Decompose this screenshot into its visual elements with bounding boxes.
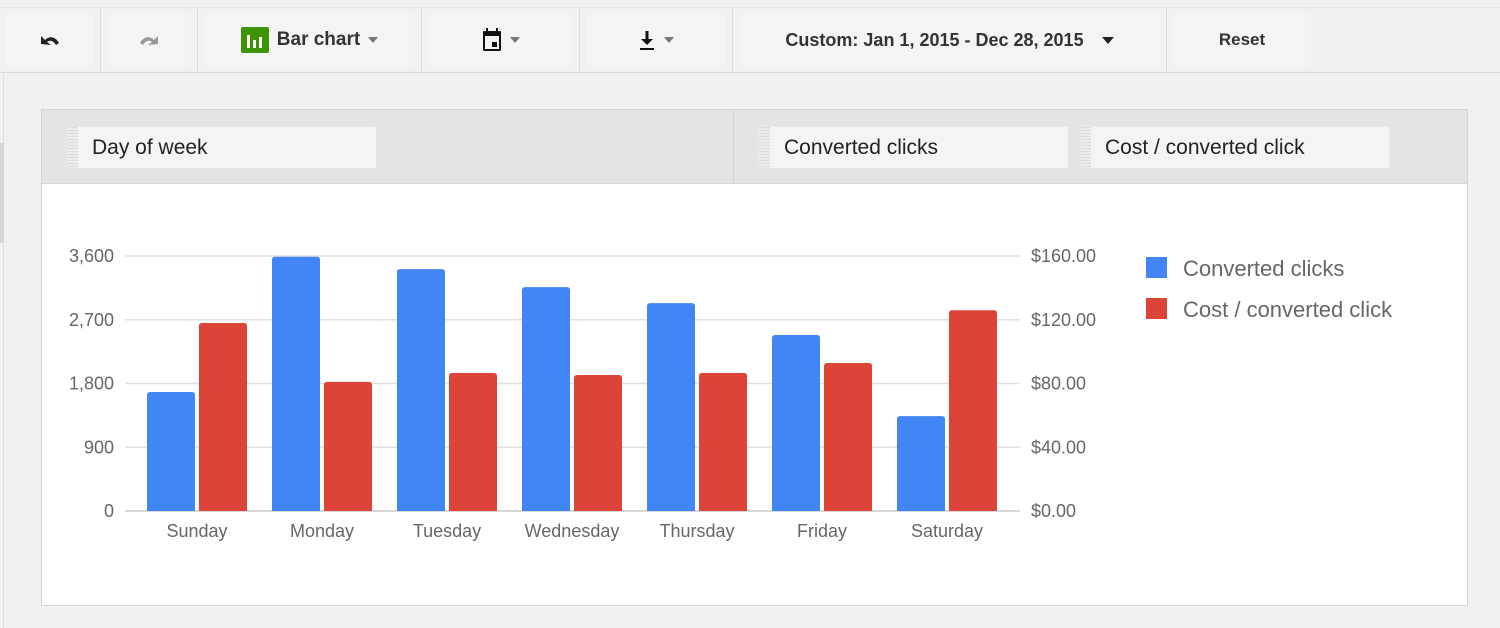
bar-converted-clicks-thursday	[647, 303, 695, 511]
x-tick-label: Friday	[797, 521, 847, 541]
legend-label: Converted clicks	[1183, 256, 1344, 281]
bar-cost-converted-click-friday	[824, 362, 872, 511]
y2-tick-label: $80.00	[1031, 374, 1086, 394]
y2-tick-label: $40.00	[1031, 437, 1086, 457]
x-tick-label: Thursday	[659, 521, 734, 541]
bar-converted-clicks-wednesday	[522, 287, 570, 511]
x-tick-label: Tuesday	[413, 521, 481, 541]
legend-swatch	[1146, 257, 1167, 278]
bar-converted-clicks-sunday	[147, 392, 195, 511]
bar-converted-clicks-monday	[272, 256, 320, 511]
bar-converted-clicks-friday	[772, 334, 820, 511]
y-tick-label: 3,600	[69, 246, 114, 266]
y-tick-label: 2,700	[69, 310, 114, 330]
y-tick-label: 0	[104, 501, 114, 521]
legend-swatch	[1146, 298, 1167, 319]
x-tick-label: Monday	[290, 521, 354, 541]
bar-cost-converted-click-saturday	[949, 310, 997, 511]
bar-converted-clicks-tuesday	[397, 269, 445, 511]
bar-cost-converted-click-sunday	[199, 322, 247, 511]
bar-converted-clicks-saturday	[897, 416, 945, 511]
bar-chart: 0 $0.00 900 $40.00 1,800 $80.00 2,700 $120.00 3,…	[69, 246, 1393, 541]
x-tick-label: Saturday	[911, 521, 983, 541]
y2-tick-label: $160.00	[1031, 246, 1096, 266]
x-tick-label: Wednesday	[525, 521, 620, 541]
y-tick-label: 900	[84, 437, 114, 457]
bar-cost-converted-click-thursday	[699, 372, 747, 511]
bar-cost-converted-click-monday	[324, 381, 372, 511]
x-tick-label: Sunday	[166, 521, 227, 541]
y-tick-label: 1,800	[69, 374, 114, 394]
legend-label: Cost / converted click	[1183, 297, 1393, 322]
y2-tick-label: $0.00	[1031, 501, 1076, 521]
bar-cost-converted-click-wednesday	[574, 375, 622, 511]
bar-cost-converted-click-tuesday	[449, 372, 497, 511]
y2-tick-label: $120.00	[1031, 310, 1096, 330]
